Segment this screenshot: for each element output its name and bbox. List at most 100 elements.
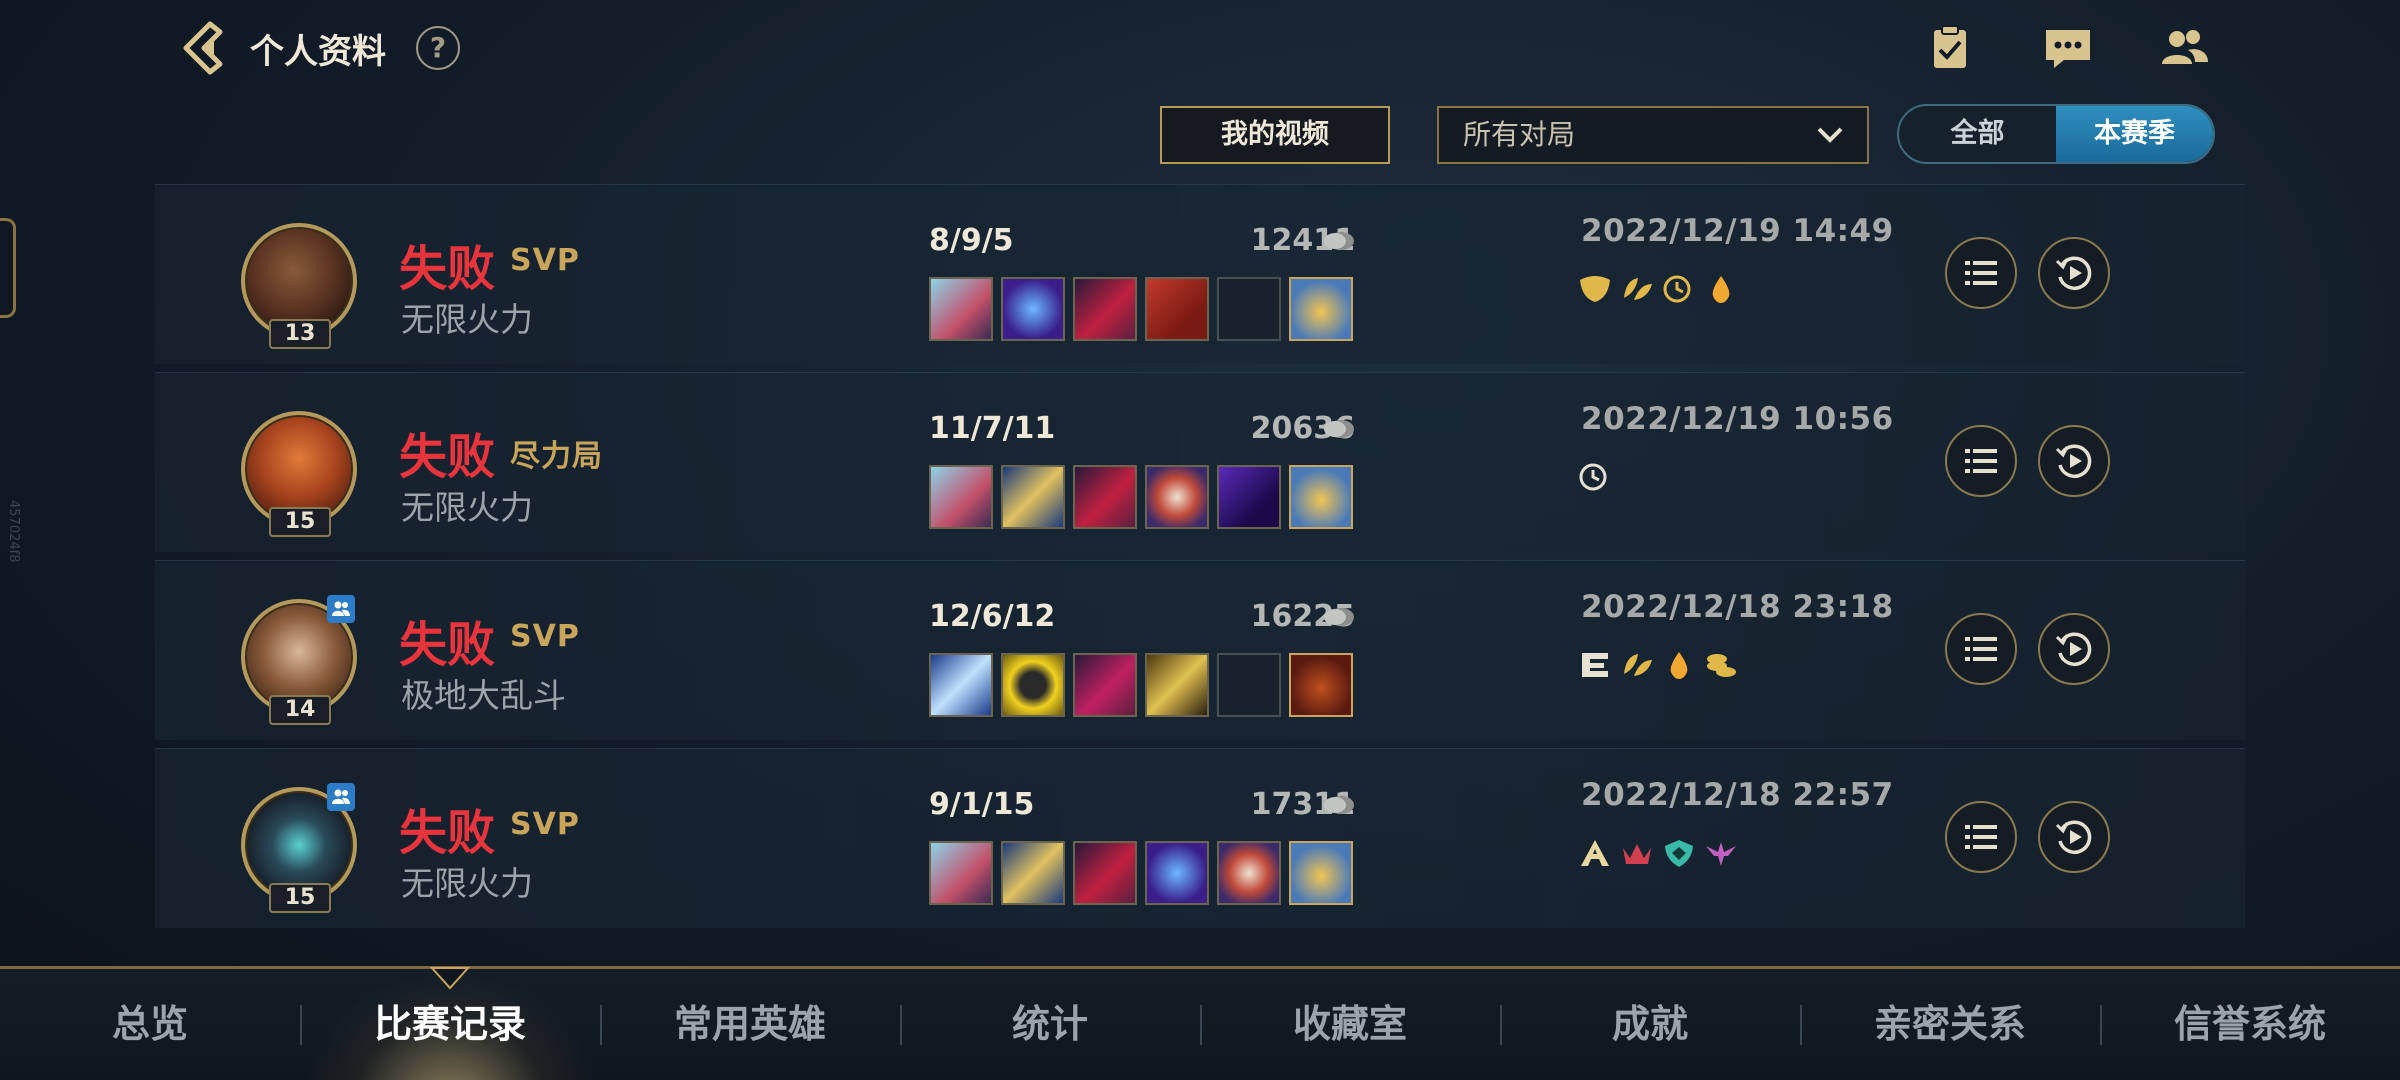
back-button[interactable] [176, 18, 236, 78]
coins-tag-icon [1703, 647, 1739, 683]
friends-icon[interactable] [2158, 22, 2210, 74]
season-segmented-control[interactable]: 全部 本赛季 [1897, 104, 2215, 164]
drop-tag-icon [1661, 647, 1697, 683]
party-icon [327, 783, 355, 811]
kda: 11/7/11 [929, 411, 1056, 446]
segment-this-season[interactable]: 本赛季 [2056, 106, 2213, 162]
tab-honor-system[interactable]: 信誉系统 [2100, 969, 2400, 1080]
gold-coin-icon [1324, 232, 1354, 250]
replay-icon [2055, 256, 2092, 290]
item-slots [929, 653, 1353, 717]
kda: 8/9/5 [929, 223, 1014, 258]
match-row[interactable]: 14 失败 SVP 极地大乱斗 12/6/12 16225 2022/12/18… [155, 560, 2245, 740]
match-badge: SVP [510, 619, 580, 654]
leaf-tag-icon [1619, 271, 1655, 307]
match-datetime: 2022/12/18 22:57 [1581, 777, 1894, 813]
achievement-tags [1577, 835, 1739, 871]
achievement-tags [1577, 459, 1613, 495]
match-datetime: 2022/12/19 14:49 [1581, 213, 1894, 249]
replay-icon [2055, 632, 2092, 666]
game-mode: 无限火力 [401, 300, 533, 339]
item-slot[interactable] [1073, 277, 1137, 341]
empty-item-slot [1217, 653, 1281, 717]
chat-icon[interactable] [2042, 22, 2094, 74]
item-slot[interactable] [1217, 841, 1281, 905]
item-slot[interactable] [1145, 653, 1209, 717]
item-slots [929, 465, 1353, 529]
list-icon [1965, 449, 1997, 473]
item-slot[interactable] [1073, 841, 1137, 905]
tab-statistics[interactable]: 统计 [900, 969, 1200, 1080]
shield-tag-icon [1661, 835, 1697, 871]
trinket-slot[interactable] [1289, 653, 1353, 717]
mask-tag-icon [1577, 271, 1613, 307]
gold-coin-icon [1324, 608, 1354, 626]
item-slot[interactable] [1217, 465, 1281, 529]
match-details-button[interactable] [1945, 425, 2017, 497]
clock-tag-icon [1661, 271, 1697, 307]
match-history-list: 13 失败 SVP 无限火力 8/9/5 12411 2022/12/19 14… [155, 184, 2245, 936]
item-slot[interactable] [1001, 841, 1065, 905]
champion-avatar: 15 [241, 783, 357, 917]
item-slot[interactable] [1145, 841, 1209, 905]
tab-relationships[interactable]: 亲密关系 [1800, 969, 2100, 1080]
item-slot[interactable] [1073, 465, 1137, 529]
letter-a-tag-icon [1577, 835, 1613, 871]
tab-overview[interactable]: 总览 [0, 969, 300, 1080]
replay-button[interactable] [2038, 801, 2110, 873]
match-datetime: 2022/12/18 23:18 [1581, 589, 1894, 625]
match-datetime: 2022/12/19 10:56 [1581, 401, 1894, 437]
replay-icon [2055, 444, 2092, 478]
replay-icon [2055, 820, 2092, 854]
match-filter-dropdown[interactable]: 所有对局 [1437, 106, 1869, 164]
match-details-button[interactable] [1945, 801, 2017, 873]
match-row[interactable]: 15 失败 SVP 无限火力 9/1/15 17311 2022/12/18 2… [155, 748, 2245, 928]
item-slot[interactable] [1145, 465, 1209, 529]
list-icon [1965, 825, 1997, 849]
match-row[interactable]: 13 失败 SVP 无限火力 8/9/5 12411 2022/12/19 14… [155, 184, 2245, 364]
item-slot[interactable] [929, 465, 993, 529]
chevron-down-icon [1817, 127, 1843, 143]
match-details-button[interactable] [1945, 613, 2017, 685]
trinket-slot[interactable] [1289, 277, 1353, 341]
item-slot[interactable] [1001, 277, 1065, 341]
item-slot[interactable] [929, 653, 993, 717]
trinket-slot[interactable] [1289, 841, 1353, 905]
help-icon[interactable]: ? [416, 26, 460, 70]
drop-tag-icon [1703, 271, 1739, 307]
achievement-tags [1577, 647, 1739, 683]
champion-avatar: 15 [241, 411, 357, 541]
list-icon [1965, 261, 1997, 285]
champion-avatar: 14 [241, 595, 357, 729]
tab-common-champions[interactable]: 常用英雄 [600, 969, 900, 1080]
replay-button[interactable] [2038, 425, 2110, 497]
replay-button[interactable] [2038, 613, 2110, 685]
match-result: 失败 [399, 617, 496, 673]
item-slot[interactable] [1001, 653, 1065, 717]
task-clipboard-icon[interactable] [1924, 22, 1976, 74]
side-drawer-handle[interactable] [0, 218, 16, 318]
party-icon [327, 595, 355, 623]
item-slot[interactable] [1073, 653, 1137, 717]
champion-avatar: 13 [241, 223, 357, 353]
match-badge: SVP [510, 243, 580, 278]
item-slot[interactable] [1001, 465, 1065, 529]
match-filter-value: 所有对局 [1463, 118, 1576, 151]
my-videos-button[interactable]: 我的视频 [1160, 106, 1390, 164]
replay-button[interactable] [2038, 237, 2110, 309]
match-row[interactable]: 15 失败 尽力局 无限火力 11/7/11 20636 2022/12/19 … [155, 372, 2245, 552]
segment-all[interactable]: 全部 [1899, 106, 2056, 162]
letter-e-tag-icon [1577, 647, 1613, 683]
item-slot[interactable] [929, 841, 993, 905]
item-slot[interactable] [1145, 277, 1209, 341]
achievement-tags [1577, 271, 1739, 307]
tab-collection[interactable]: 收藏室 [1200, 969, 1500, 1080]
champion-level: 15 [269, 883, 331, 913]
match-details-button[interactable] [1945, 237, 2017, 309]
side-id-text: 457024f8 [6, 500, 21, 563]
leaf-tag-icon [1619, 647, 1655, 683]
list-icon [1965, 637, 1997, 661]
tab-achievements[interactable]: 成就 [1500, 969, 1800, 1080]
trinket-slot[interactable] [1289, 465, 1353, 529]
item-slot[interactable] [929, 277, 993, 341]
